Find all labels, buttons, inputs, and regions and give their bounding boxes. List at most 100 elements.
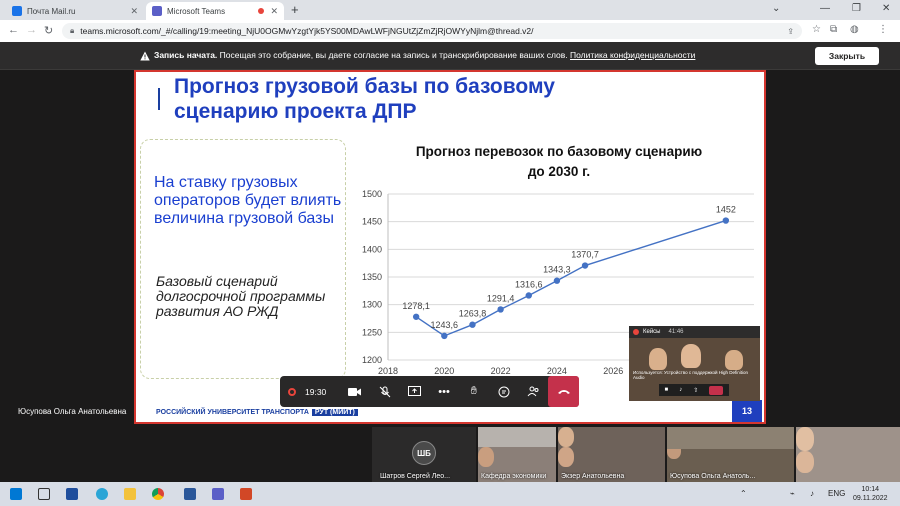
clock-time: 10:14 bbox=[861, 486, 880, 493]
url-text: teams.microsoft.com/_#/calling/19:meetin… bbox=[80, 26, 534, 36]
reload-icon[interactable]: ↻ bbox=[44, 24, 53, 37]
participant-tile[interactable]: ШБ Шатров Сергей Лео... bbox=[372, 427, 476, 482]
close-tab-icon[interactable]: ✕ bbox=[130, 6, 138, 17]
participant-name: Кафедра экономики bbox=[481, 473, 547, 480]
raise-hand-button[interactable]: ✋︎ bbox=[459, 376, 489, 407]
windows-start-icon[interactable] bbox=[10, 488, 22, 500]
y-tick-label: 1300 bbox=[362, 300, 382, 310]
close-window-icon[interactable]: ✕ bbox=[882, 3, 890, 14]
data-point bbox=[553, 277, 561, 284]
tab-teams-title: Microsoft Teams bbox=[167, 6, 226, 16]
data-point bbox=[525, 292, 532, 299]
extension-icon[interactable]: ⧉ bbox=[830, 24, 837, 35]
participant-face bbox=[558, 427, 574, 447]
data-label: 1263,8 bbox=[459, 309, 487, 319]
mail-icon bbox=[12, 6, 22, 16]
participants-icon bbox=[527, 386, 539, 397]
network-icon[interactable]: ⌁ bbox=[790, 489, 795, 498]
camera-icon bbox=[348, 387, 362, 396]
browser-toolbar: ← → ↻ 🔒︎ teams.microsoft.com/_#/calling/… bbox=[0, 20, 900, 42]
participant-tile[interactable] bbox=[796, 427, 900, 482]
microphone-button[interactable] bbox=[370, 376, 400, 407]
mini-window-controls: ■ ♪ ⇧ bbox=[659, 384, 729, 396]
participant-name: Юсупова Ольга Анатоль... bbox=[670, 473, 756, 480]
data-label: 1370,7 bbox=[571, 250, 599, 260]
share-screen-icon[interactable]: ⇧ bbox=[693, 387, 698, 394]
recording-indicator-icon bbox=[258, 8, 265, 14]
participant-avatar: ШБ bbox=[412, 441, 436, 465]
x-tick-label: 2020 bbox=[434, 366, 454, 376]
new-tab-button[interactable]: + bbox=[291, 2, 299, 17]
participant-face bbox=[796, 427, 814, 451]
powerpoint-icon[interactable] bbox=[240, 488, 252, 500]
share-screen-button[interactable] bbox=[399, 376, 429, 407]
raise-hand-icon: ✋︎ bbox=[470, 385, 477, 397]
participant-tile[interactable]: Экзер Анатольевна bbox=[558, 427, 665, 482]
word-icon[interactable] bbox=[184, 488, 196, 500]
share-screen-icon bbox=[407, 386, 421, 396]
data-point bbox=[722, 217, 730, 224]
more-actions-button[interactable]: ••• bbox=[429, 376, 459, 407]
leave-call-button[interactable] bbox=[548, 376, 579, 407]
chart-title-line: Прогноз перевозок по базовому сценарию bbox=[416, 144, 702, 159]
edge-icon[interactable] bbox=[96, 488, 108, 500]
system-clock[interactable]: 10:14 09.11.2022 bbox=[853, 485, 888, 503]
mini-meeting-window[interactable]: Кейсы 41:46 Используется: Устройство с по… bbox=[629, 326, 760, 401]
data-point bbox=[441, 332, 448, 340]
participant-face bbox=[796, 451, 814, 473]
volume-icon[interactable]: ♪ bbox=[810, 489, 814, 498]
screen: Почта Mail.ru ✕ Microsoft Teams ✕ + ⌄ — … bbox=[0, 0, 900, 506]
recording-timer: 19:30 bbox=[280, 376, 340, 407]
camera-icon[interactable]: ■ bbox=[665, 387, 669, 393]
task-view-icon[interactable] bbox=[38, 488, 50, 500]
slide-lead-text: На ставку грузовых операторов будет влия… bbox=[154, 174, 342, 227]
meeting-controls: 19:30 ••• ✋︎ bbox=[280, 376, 579, 407]
participants-button[interactable] bbox=[518, 376, 548, 407]
tab-search-icon[interactable]: ⌄ bbox=[772, 3, 780, 14]
tray-chevron-icon[interactable]: ⌃ bbox=[740, 489, 747, 498]
participant-tile[interactable]: Кафедра экономики bbox=[478, 427, 556, 482]
warning-icon bbox=[140, 51, 150, 61]
camera-button[interactable] bbox=[340, 376, 370, 407]
y-tick-label: 1500 bbox=[362, 189, 382, 199]
recording-message: Запись начата. Посещая это собрание, вы … bbox=[140, 50, 695, 61]
privacy-policy-link[interactable]: Политика конфиденциальности bbox=[570, 50, 695, 60]
menu-icon[interactable]: ⋮ bbox=[878, 24, 888, 35]
chart-title-line: до 2030 г. bbox=[528, 164, 590, 179]
presenter-name: Юсупова Ольга Анатольевна bbox=[18, 407, 127, 416]
chat-button[interactable] bbox=[489, 376, 519, 407]
close-banner-button[interactable]: Закрыть bbox=[815, 47, 879, 65]
hang-up-icon[interactable] bbox=[709, 385, 724, 395]
participant-video bbox=[478, 427, 556, 447]
mini-window-caption: Используется: Устройство с поддержкой Hi… bbox=[633, 370, 749, 380]
participant-tile[interactable]: Юсупова Ольга Анатоль... bbox=[667, 427, 794, 482]
close-tab-icon[interactable]: ✕ bbox=[270, 6, 278, 17]
data-label: 1343,3 bbox=[543, 265, 571, 275]
forward-icon[interactable]: → bbox=[26, 24, 37, 36]
bookmark-star-icon[interactable]: ☆ bbox=[812, 24, 821, 35]
teams-icon bbox=[152, 6, 162, 16]
maximize-icon[interactable]: ❐ bbox=[852, 3, 861, 14]
university-tag: РУТ (МИИТ) bbox=[311, 409, 358, 416]
participant-gallery: ШБ Шатров Сергей Лео... Кафедра экономик… bbox=[372, 427, 900, 482]
share-icon[interactable]: ⇪ bbox=[787, 27, 794, 36]
browser-tab-strip: Почта Mail.ru ✕ Microsoft Teams ✕ + ⌄ — … bbox=[0, 0, 900, 20]
powershell-icon[interactable] bbox=[66, 488, 78, 500]
profile-icon[interactable]: ◍ bbox=[850, 24, 859, 35]
tab-mail[interactable]: Почта Mail.ru ✕ bbox=[6, 2, 144, 20]
input-language[interactable]: ENG bbox=[828, 489, 845, 498]
microphone-icon[interactable]: ♪ bbox=[679, 387, 682, 393]
file-explorer-icon[interactable] bbox=[124, 488, 136, 500]
address-bar[interactable]: 🔒︎ teams.microsoft.com/_#/calling/19:mee… bbox=[62, 23, 802, 39]
participant-face bbox=[558, 447, 574, 467]
microphone-off-icon bbox=[379, 386, 390, 397]
recording-consent-text: Посещая это собрание, вы даете согласие … bbox=[217, 50, 570, 60]
chrome-icon[interactable] bbox=[152, 488, 164, 500]
chat-icon bbox=[498, 386, 510, 397]
back-icon[interactable]: ← bbox=[8, 24, 19, 36]
minimize-icon[interactable]: — bbox=[820, 3, 830, 14]
x-tick-label: 2018 bbox=[378, 366, 398, 376]
tab-teams[interactable]: Microsoft Teams ✕ bbox=[146, 2, 284, 20]
mini-window-header: Кейсы 41:46 bbox=[629, 326, 760, 338]
teams-taskbar-icon[interactable] bbox=[212, 488, 224, 500]
